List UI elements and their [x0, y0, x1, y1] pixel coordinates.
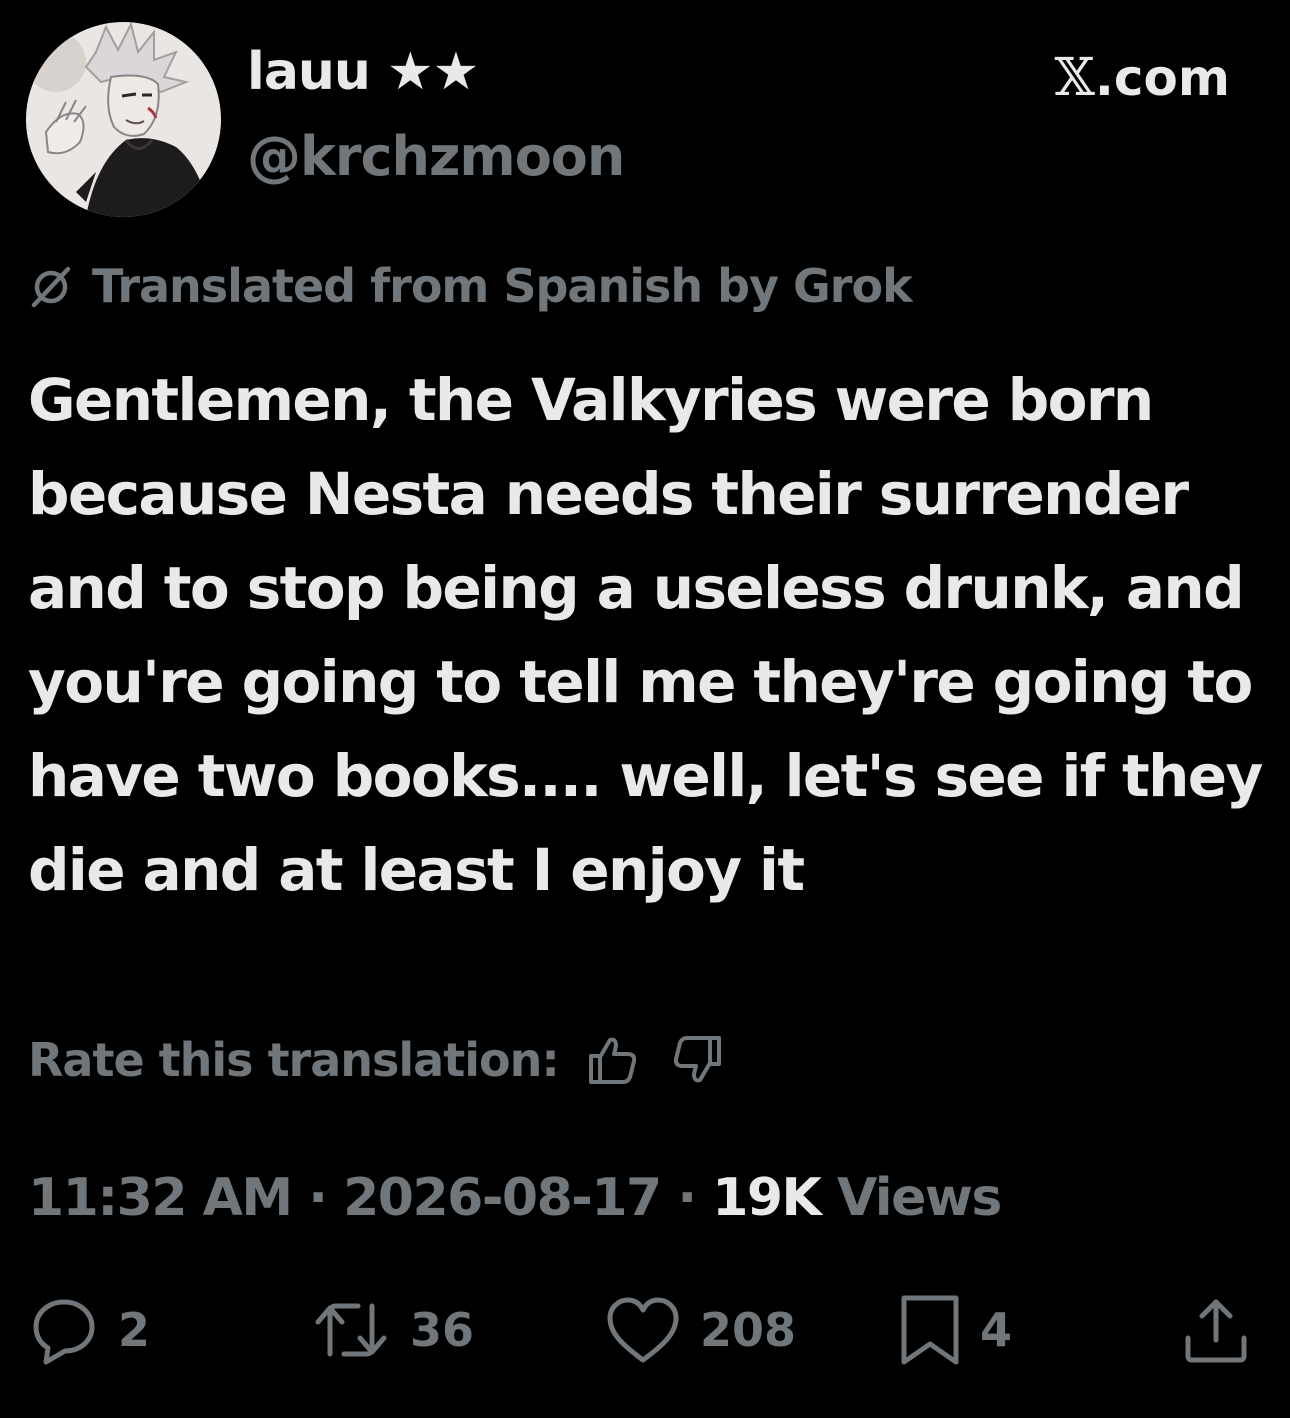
bookmark-button[interactable]: 4 [898, 1290, 1012, 1370]
site-label: 𝕏.com [1055, 52, 1230, 104]
meta-separator: · [291, 1168, 344, 1228]
rate-translation-label: Rate this translation: [28, 1033, 560, 1087]
reply-icon [33, 1299, 95, 1365]
tweet-text: Gentlemen, the Valkyries were born becau… [28, 366, 1263, 904]
bookmark-icon [901, 1295, 959, 1365]
like-button[interactable]: 208 [604, 1290, 796, 1370]
tweet-time[interactable]: 11:32 AM [28, 1168, 293, 1228]
like-count: 208 [700, 1303, 797, 1357]
reply-count: 2 [118, 1303, 151, 1357]
translation-note: Translated from Spanish by Grok [28, 259, 913, 313]
action-bar: 2 36 208 4 [0, 1290, 1290, 1370]
meta-separator: · [660, 1168, 713, 1228]
rate-translation: Rate this translation: [28, 1030, 727, 1090]
share-icon [1185, 1299, 1247, 1363]
x-logo-icon: 𝕏 [1054, 48, 1095, 108]
tweet-meta: 11:32 AM · 2026-08-17 · 19K Views [28, 1172, 1002, 1224]
avatar[interactable] [26, 22, 221, 217]
thumbs-up-icon[interactable] [583, 1030, 643, 1090]
display-name[interactable]: lauu ★★ [247, 46, 479, 98]
reply-button[interactable]: 2 [28, 1290, 150, 1370]
repost-count: 36 [410, 1303, 475, 1357]
site-suffix: .com [1094, 49, 1230, 107]
repost-button[interactable]: 36 [310, 1290, 474, 1370]
tweet-date[interactable]: 2026-08-17 [343, 1168, 662, 1228]
thumbs-down-icon[interactable] [667, 1030, 727, 1090]
views-count: 19K [712, 1168, 822, 1228]
repost-icon [315, 1303, 387, 1357]
views-label: Views [820, 1168, 1002, 1228]
share-button[interactable] [1180, 1290, 1252, 1370]
user-handle[interactable]: @krchzmoon [247, 130, 625, 184]
heart-icon [607, 1297, 679, 1363]
grok-icon [28, 263, 74, 309]
bookmark-count: 4 [980, 1303, 1013, 1357]
translation-label: Translated from Spanish by Grok [92, 259, 913, 313]
